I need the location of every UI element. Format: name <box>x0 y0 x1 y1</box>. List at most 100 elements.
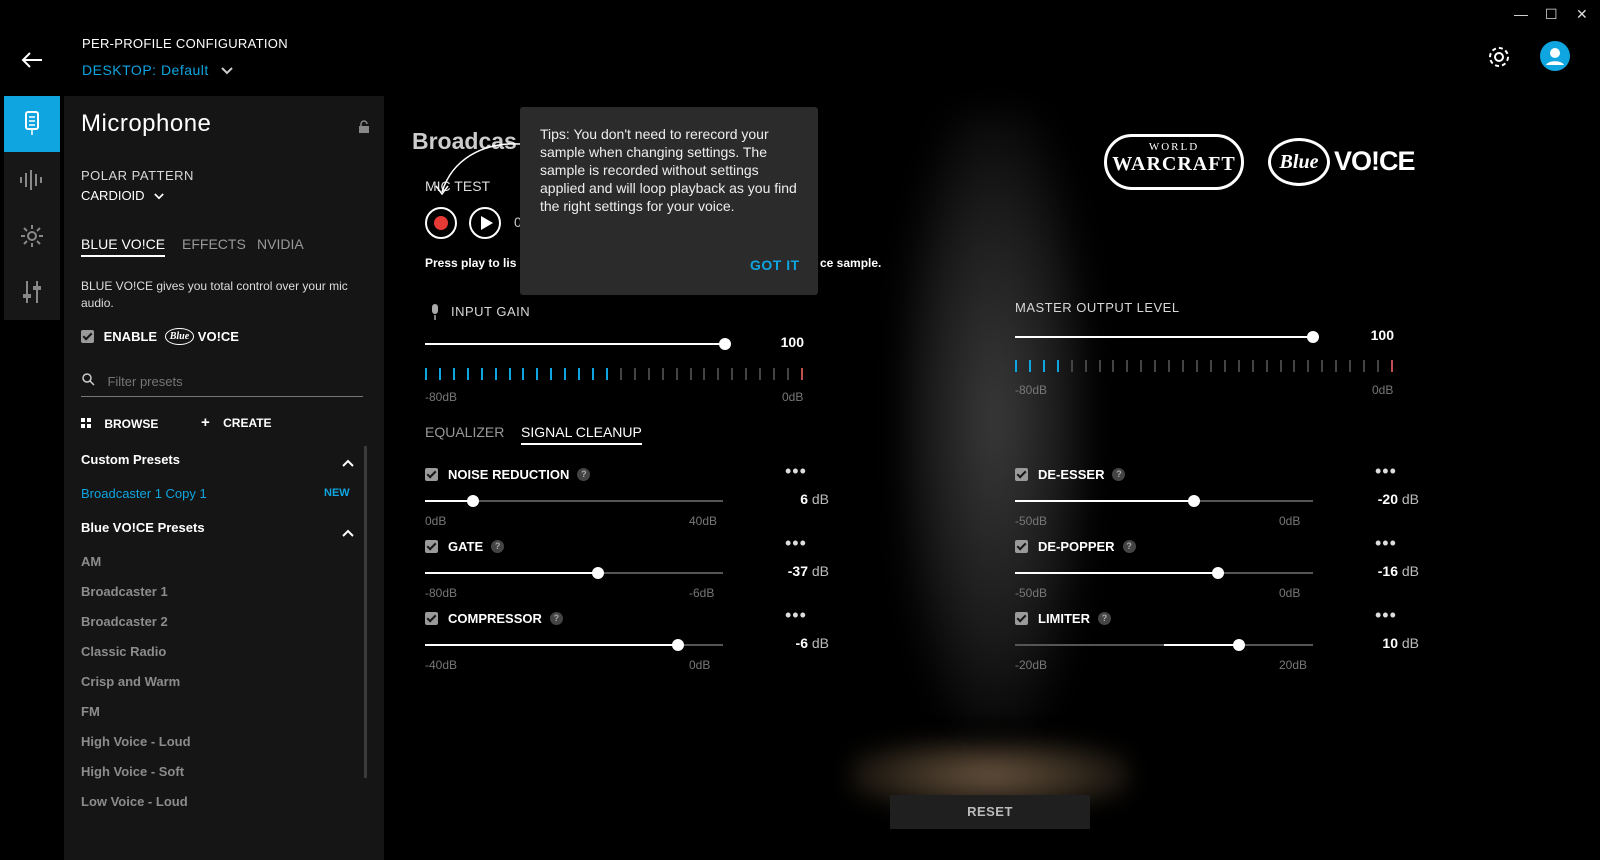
de-popper-knob[interactable] <box>1212 567 1224 579</box>
noise-reduction-number: 6 <box>800 491 808 507</box>
tab-blue-voice[interactable]: BLUE VO!CE <box>81 236 166 257</box>
preset-item[interactable]: High Voice - Loud <box>81 734 191 749</box>
input-gain-min: -80dB <box>425 390 458 404</box>
level-tick <box>1112 360 1115 372</box>
blue-logo: Blue <box>164 328 195 346</box>
play-button[interactable] <box>469 207 501 239</box>
compressor-value: -6 dB <box>725 635 829 651</box>
level-tick <box>1390 360 1393 372</box>
limiter-toggle[interactable]: LIMITER? <box>1015 610 1111 626</box>
noise-reduction-toggle[interactable]: NOISE REDUCTION? <box>425 466 591 482</box>
enable-toggle[interactable]: ENABLE Blue VO!CE <box>81 328 239 346</box>
more-options-icon[interactable]: ••• <box>785 534 807 552</box>
filter-presets-input[interactable] <box>105 372 346 390</box>
microphone-icon[interactable] <box>4 96 60 152</box>
filter-presets[interactable] <box>81 372 363 397</box>
browse-button[interactable]: BROWSE <box>81 416 158 431</box>
de-esser-toggle[interactable]: DE-ESSER? <box>1015 466 1126 482</box>
input-gain-knob[interactable] <box>719 338 731 350</box>
equalizer-icon[interactable] <box>4 264 60 320</box>
profile-selector[interactable]: DESKTOP: Default <box>82 62 233 78</box>
preset-item-custom[interactable]: Broadcaster 1 Copy 1 <box>81 486 207 501</box>
got-it-button[interactable]: GOT IT <box>750 257 800 273</box>
tab-equalizer[interactable]: EQUALIZER <box>425 424 504 440</box>
preset-item[interactable]: High Voice - Soft <box>81 764 184 779</box>
tab-signal-cleanup[interactable]: SIGNAL CLEANUP <box>521 424 642 445</box>
preset-item[interactable]: Crisp and Warm <box>81 674 180 689</box>
more-options-icon[interactable]: ••• <box>785 606 807 624</box>
preset-item[interactable]: Broadcaster 2 <box>81 614 168 629</box>
limiter-knob[interactable] <box>1233 639 1245 651</box>
tab-nvidia[interactable]: NVIDIA <box>257 236 304 252</box>
lighting-icon[interactable] <box>4 208 60 264</box>
help-icon[interactable]: ? <box>1098 612 1111 626</box>
noise-reduction-knob[interactable] <box>467 495 479 507</box>
level-tick <box>689 368 692 380</box>
custom-presets-header[interactable]: Custom Presets <box>81 452 180 467</box>
sidebar-title: Microphone <box>81 110 212 137</box>
help-icon[interactable]: ? <box>1112 468 1126 482</box>
gear-icon[interactable] <box>1486 44 1512 75</box>
gate-checkbox[interactable] <box>425 540 438 554</box>
user-avatar-icon[interactable] <box>1540 41 1570 71</box>
de-esser-checkbox[interactable] <box>1015 468 1028 482</box>
chevron-up-icon[interactable] <box>342 524 354 542</box>
level-tick <box>508 368 511 380</box>
de-popper-max: 0dB <box>1279 586 1301 600</box>
blue-presets-header[interactable]: Blue VO!CE Presets <box>81 520 205 535</box>
level-tick <box>1293 360 1296 372</box>
lock-icon[interactable] <box>358 120 370 139</box>
limiter-min: -20dB <box>1015 658 1048 672</box>
level-tick <box>480 368 483 380</box>
noise-reduction-checkbox[interactable] <box>425 468 438 482</box>
preset-item[interactable]: AM <box>81 554 101 569</box>
master-output-knob[interactable] <box>1307 331 1319 343</box>
preset-item[interactable]: Classic Radio <box>81 644 166 659</box>
tab-effects[interactable]: EFFECTS <box>182 236 246 252</box>
plus-icon: + <box>201 414 210 431</box>
world-of-warcraft-logo: WORLD WARCRAFT <box>1104 134 1244 190</box>
more-options-icon[interactable]: ••• <box>1375 462 1397 480</box>
de-esser-knob[interactable] <box>1188 495 1200 507</box>
de-popper-checkbox[interactable] <box>1015 540 1028 554</box>
level-tick <box>1307 360 1310 372</box>
compressor-checkbox[interactable] <box>425 612 438 626</box>
more-options-icon[interactable]: ••• <box>1375 534 1397 552</box>
de-popper-toggle[interactable]: DE-POPPER? <box>1015 538 1136 554</box>
waveform-icon[interactable] <box>4 152 60 208</box>
reset-button[interactable]: RESET <box>890 795 1090 829</box>
create-button[interactable]: + CREATE <box>201 414 272 431</box>
de-popper-label: DE-POPPER <box>1038 539 1115 555</box>
polar-pattern-select[interactable]: CARDIOID <box>81 188 164 203</box>
compressor-knob[interactable] <box>672 639 684 651</box>
minimize-button[interactable]: — <box>1514 6 1528 22</box>
maximize-button[interactable]: ☐ <box>1545 6 1558 23</box>
more-options-icon[interactable]: ••• <box>785 462 807 480</box>
profile-name: Default <box>160 62 209 78</box>
help-icon[interactable]: ? <box>577 468 591 482</box>
record-button[interactable] <box>425 207 457 239</box>
help-icon[interactable]: ? <box>1122 540 1136 554</box>
limiter-checkbox[interactable] <box>1015 612 1028 626</box>
enable-checkbox[interactable] <box>81 330 94 344</box>
preset-item[interactable]: Low Voice - Loud <box>81 794 188 809</box>
help-icon[interactable]: ? <box>491 540 505 554</box>
gate-toggle[interactable]: GATE? <box>425 538 505 554</box>
preset-item[interactable]: Broadcaster 1 <box>81 584 168 599</box>
level-tick <box>1349 360 1352 372</box>
gate-knob[interactable] <box>592 567 604 579</box>
level-tick <box>703 368 706 380</box>
limiter-unit: dB <box>1401 635 1419 651</box>
close-button[interactable]: ✕ <box>1576 6 1588 23</box>
noise-reduction-value: 6 dB <box>725 491 829 507</box>
back-arrow-icon[interactable] <box>20 48 44 77</box>
level-tick <box>1251 360 1254 372</box>
compressor-toggle[interactable]: COMPRESSOR? <box>425 610 563 626</box>
help-icon[interactable]: ? <box>549 612 563 626</box>
chevron-up-icon[interactable] <box>342 454 354 472</box>
preset-item[interactable]: FM <box>81 704 100 719</box>
level-tick <box>675 368 678 380</box>
gate-unit: dB <box>811 563 829 579</box>
more-options-icon[interactable]: ••• <box>1375 606 1397 624</box>
preset-scrollbar[interactable] <box>364 446 367 778</box>
